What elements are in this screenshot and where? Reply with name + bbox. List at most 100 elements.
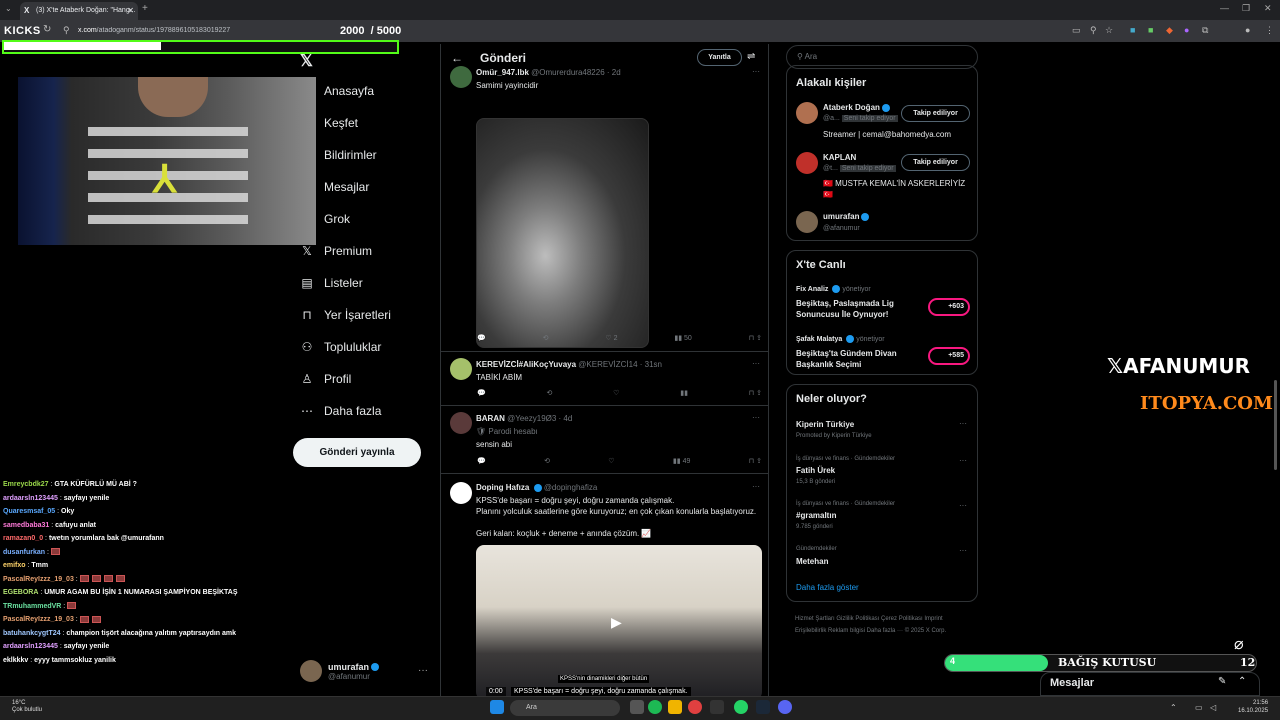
more-icon[interactable]: ··· xyxy=(752,67,760,76)
like-icon[interactable]: ♡ xyxy=(608,457,614,465)
following-button[interactable]: Takip ediliyor xyxy=(901,154,970,171)
trend-name[interactable]: Fatih Ürek xyxy=(796,466,835,475)
tweet-photo[interactable] xyxy=(476,118,649,348)
chat-username[interactable]: PascalReyIzzz_19_03 xyxy=(3,576,74,583)
nav-item-10[interactable]: ⋯ Daha fazla xyxy=(300,404,381,418)
cast-icon[interactable]: ▭ xyxy=(1072,25,1081,36)
more-icon[interactable]: ··· xyxy=(959,456,967,465)
task-view-icon[interactable] xyxy=(630,700,644,714)
window-close-icon[interactable]: ✕ xyxy=(1264,3,1272,14)
profile-avatar-icon[interactable]: ● xyxy=(1245,25,1250,35)
tab-menu-icon[interactable]: ⌄ xyxy=(5,4,12,13)
live-join-button[interactable]: +603 xyxy=(928,298,970,316)
folder-icon[interactable] xyxy=(668,700,682,714)
app-icon[interactable] xyxy=(710,700,724,714)
person-name[interactable]: Ataberk Doğan xyxy=(823,103,890,112)
bookmark-icon[interactable]: ⊓ ⇪ xyxy=(749,457,762,465)
x-footer-links[interactable]: Hizmet Şartları Gizlilik Politikası Çere… xyxy=(795,613,970,637)
nav-item-3[interactable]: Mesajlar xyxy=(300,180,369,194)
chat-username[interactable]: batuhankcygtT24 xyxy=(3,630,61,637)
close-tab-icon[interactable]: ✕ xyxy=(127,6,134,15)
chat-username[interactable]: Quaresmsaf_05 xyxy=(3,508,55,515)
whatsapp-icon[interactable] xyxy=(734,700,748,714)
chat-username[interactable]: samedbaba31 xyxy=(3,522,49,529)
show-more-link[interactable]: Daha fazla göster xyxy=(796,583,859,592)
minimize-icon[interactable]: — xyxy=(1220,3,1229,13)
live-title[interactable]: Beşiktaş, Paslaşmada Lig Sonuncusu İle O… xyxy=(796,298,936,320)
extension-icon[interactable]: ● xyxy=(1184,25,1189,35)
trend-name[interactable]: Kiperin Türkiye xyxy=(796,420,854,429)
person-name[interactable]: KAPLAN xyxy=(823,153,856,162)
person-name[interactable]: umurafan xyxy=(823,212,870,221)
more-icon[interactable]: ··· xyxy=(959,546,967,555)
bookmark-star-icon[interactable]: ☆ xyxy=(1105,25,1113,36)
new-message-icon[interactable]: ✎ xyxy=(1218,676,1226,687)
tweet[interactable]: BARAN @Yeezy19Ø3 · 4d ··· 🛡 Parodi hesab… xyxy=(441,406,768,474)
weather-widget[interactable]: 16°C Çok bulutlu xyxy=(12,700,42,714)
views-button[interactable]: ▮▮ 50 xyxy=(674,334,691,342)
new-tab-icon[interactable]: + xyxy=(142,3,148,14)
chat-username[interactable]: EGEBORA xyxy=(3,589,38,596)
maximize-icon[interactable]: ❐ xyxy=(1242,3,1250,14)
site-info-icon[interactable]: ⚲ xyxy=(63,25,70,36)
chat-username[interactable]: ardaarsln123445 xyxy=(3,495,58,502)
live-join-button[interactable]: +585 xyxy=(928,347,970,365)
nav-item-7[interactable]: ⊓ Yer İşaretleri xyxy=(300,308,391,322)
chat-username[interactable]: Emreycbdk27 xyxy=(3,481,49,488)
extension-icon[interactable]: ■ xyxy=(1148,25,1153,35)
trend-name[interactable]: #gramaltın xyxy=(796,511,836,520)
settings-sliders-icon[interactable]: ⇌ xyxy=(747,51,755,62)
extension-icon[interactable]: ■ xyxy=(1130,25,1135,35)
trend-name[interactable]: Metehan xyxy=(796,557,828,566)
chat-username[interactable]: ramazan0_0 xyxy=(3,535,43,542)
following-button[interactable]: Takip ediliyor xyxy=(901,105,970,122)
more-icon[interactable]: ··· xyxy=(752,482,760,491)
reply-icon[interactable]: 💬 xyxy=(477,457,486,465)
tweet[interactable]: Omür_947.lbk @Omurerdura48226 · 2d ··· S… xyxy=(441,66,768,352)
like-button[interactable]: ♡ 2 xyxy=(605,334,617,342)
nav-item-2[interactable]: Bildirimler xyxy=(300,148,377,162)
nav-item-4[interactable]: Grok xyxy=(300,212,350,226)
bookmark-icon[interactable]: ⊓ ⇪ xyxy=(749,389,762,397)
bookmark-icon[interactable]: ⊓ ⇪ xyxy=(749,334,762,342)
zoom-icon[interactable]: ⚲ xyxy=(1090,25,1097,36)
taskbar-clock[interactable]: 21:56 16.10.2025 xyxy=(1238,699,1268,715)
live-title[interactable]: Beşiktaş'ta Gündem Divan Başkanlık Seçim… xyxy=(796,348,936,370)
chat-username[interactable]: ardaarsln123445 xyxy=(3,643,58,650)
play-icon[interactable]: ▶ xyxy=(611,614,622,631)
account-switcher[interactable]: umurafan @afanumur xyxy=(300,660,380,682)
tray-chevron-icon[interactable]: ⌃ xyxy=(1170,703,1177,712)
x-logo-icon[interactable]: 𝕏 xyxy=(300,51,313,71)
retweet-icon[interactable]: ⟲ xyxy=(547,389,553,397)
chat-username[interactable]: emifxo xyxy=(3,562,26,569)
views-button[interactable]: ▮▮ 49 xyxy=(673,457,690,465)
more-icon[interactable]: ··· xyxy=(418,665,428,676)
more-icon[interactable]: ··· xyxy=(959,419,967,428)
nav-item-9[interactable]: ♙ Profil xyxy=(300,372,352,386)
more-icon[interactable]: ··· xyxy=(959,501,967,510)
messages-drawer[interactable]: Mesajlar xyxy=(1040,672,1260,696)
address-bar[interactable]: x.com/atadoganm/status/19788961051830192… xyxy=(78,27,278,34)
retweet-icon[interactable]: ⟲ xyxy=(543,334,549,342)
chat-username[interactable]: TRmuhammedVR xyxy=(3,603,61,610)
more-icon[interactable]: ··· xyxy=(752,413,760,422)
chat-username[interactable]: PascalReyIzzz_19_03 xyxy=(3,616,74,623)
spotify-icon[interactable] xyxy=(648,700,662,714)
browser-tab[interactable]: X (3) X'te Ataberk Doğan: "Hang... ✕ xyxy=(20,2,138,20)
chrome-icon[interactable] xyxy=(688,700,702,714)
retweet-icon[interactable]: ⟲ xyxy=(544,457,550,465)
chat-username[interactable]: dusanfurkan xyxy=(3,549,45,556)
discord-icon[interactable] xyxy=(778,700,792,714)
chat-username[interactable]: eklkkkv xyxy=(3,657,28,664)
nav-item-8[interactable]: ⚇ Topluluklar xyxy=(300,340,382,354)
back-arrow-icon[interactable]: ← xyxy=(451,51,463,65)
post-button[interactable]: Gönderi yayınla xyxy=(293,438,421,467)
network-icon[interactable]: ▭ xyxy=(1195,703,1203,712)
steam-icon[interactable] xyxy=(756,700,770,714)
reply-icon[interactable]: 💬 xyxy=(477,334,486,342)
start-icon[interactable] xyxy=(490,700,504,714)
reply-icon[interactable]: 💬 xyxy=(477,389,486,397)
nav-item-0[interactable]: Anasayfa xyxy=(300,84,374,98)
nav-item-6[interactable]: ▤ Listeler xyxy=(300,276,362,290)
views-icon[interactable]: ▮▮ xyxy=(680,389,688,397)
